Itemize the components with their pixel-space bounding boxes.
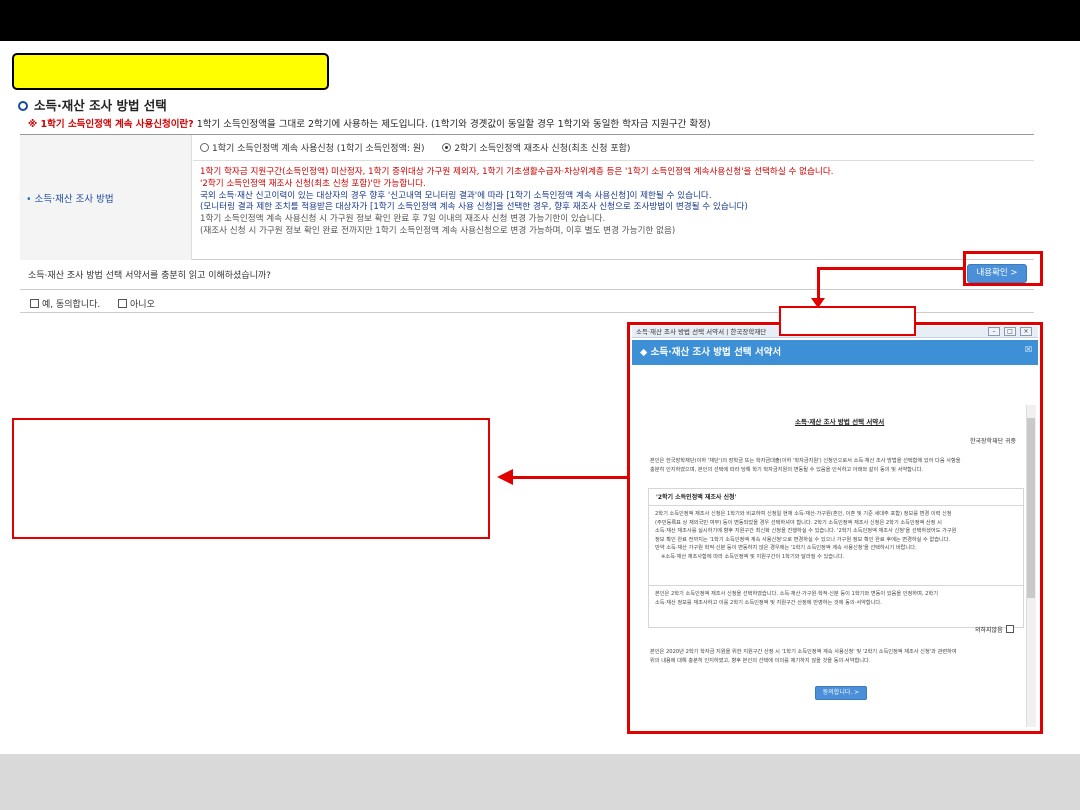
desc-line: 1학기 소득인정액 계속 사용신청 시 가구원 정보 확인 완료 후 7일 이내… bbox=[200, 214, 606, 225]
arrow-connector bbox=[817, 267, 965, 270]
method-description: 1학기 학자금 지원구간(소득인정액) 미산정자, 1학기 중위대상 가구원 제… bbox=[200, 167, 833, 238]
method-radio-group: 1학기 소득인정액 계속 사용신청 (1학기 소득인정액: 원) 2학기 소득인… bbox=[200, 141, 630, 154]
doc-line: 위의 내용에 대해 충분히 인지하였고, 향후 본인의 선택에 이의를 제기하지… bbox=[650, 657, 871, 664]
bullet-dot-icon: • bbox=[26, 194, 32, 205]
title-highlight-box bbox=[12, 53, 329, 90]
highlight-frame-button bbox=[963, 251, 1043, 286]
doc-line: 충분히 인지하였으며, 본인의 선택에 따라 당해 학기 학자금지원의 변동될 … bbox=[650, 466, 924, 473]
minimize-icon[interactable]: – bbox=[988, 327, 1000, 336]
doc-option-text: 2학기 소득인정액 재조사 신청은 1학기와 비교하여 신청일 현재 소득·재산… bbox=[655, 510, 1019, 562]
row-divider bbox=[20, 289, 1034, 290]
radio-continue-use[interactable] bbox=[200, 143, 209, 152]
doc-line: 정보 확인 완료 전까지는 '1학기 소득인정액 계속 사용신청'으로 변경하실… bbox=[655, 536, 951, 543]
popup-header: ◆ 소득·재산 조사 방법 선택 서약서 bbox=[632, 340, 1038, 365]
confirm-question: 소득·재산 조사 방법 선택 서약서를 충분히 읽고 이해하셨습니까? bbox=[28, 271, 271, 281]
doc-divider bbox=[648, 505, 1024, 506]
doc-option-pledge: 본인은 2학기 소득인정액 재조사 신청을 선택하였습니다. 소득·재산·가구원… bbox=[655, 590, 1019, 607]
bottom-gray-bar bbox=[0, 754, 1080, 810]
doc-consent-check: 의하지않음 bbox=[975, 625, 1014, 634]
doc-consent-checkbox[interactable] bbox=[1005, 625, 1014, 633]
annotation-box bbox=[12, 418, 490, 539]
doc-line: 본인은 2학기 소득인정액 재조사 신청을 선택하였습니다. 소득·재산·가구원… bbox=[655, 591, 938, 597]
callout-box bbox=[779, 306, 916, 336]
desc-line: '2학기 소득인정액 재조사 신청(최초 신청 포함)'만 가능합니다. bbox=[200, 178, 426, 189]
doc-line: (주민등록표 상 재외국민 여부) 등이 변동되었을 경우 선택하셔야 합니다.… bbox=[655, 519, 942, 526]
doc-line: 본인은 2020년 2학기 학자금 지원을 위한 지원구간 산정 시 '1학기 … bbox=[650, 649, 957, 655]
checkbox-agree-no[interactable] bbox=[118, 299, 128, 308]
doc-line: ※소득·재산 재조사함에 따라 소득인정액 및 지원구간이 1학기와 달라질 수… bbox=[661, 553, 845, 560]
doc-line: 소득·재산 재조사를 실시하기에 향후 지원구간 최신화 신청을 진행하실 수 … bbox=[655, 528, 957, 535]
section-title: 소득·재산 조사 방법 선택 bbox=[18, 95, 167, 114]
arrow-connector bbox=[512, 476, 627, 479]
desc-line: 1학기 학자금 지원구간(소득인정액) 미산정자, 1학기 중위대상 가구원 제… bbox=[200, 167, 834, 177]
popup-close-icon[interactable]: ☒ bbox=[1025, 345, 1032, 354]
doc-intro: 본인은 한국장학재단(이하 '재단')의 장학금 또는 학자금대출(이하 '학자… bbox=[650, 457, 1022, 474]
doc-org: 한국장학재단 귀중 bbox=[970, 438, 1017, 445]
desc-line: (재조사 신청 시 가구원 정보 확인 완료 전까지만 1학기 소득인정액 계속… bbox=[200, 225, 676, 236]
doc-divider bbox=[648, 585, 1024, 586]
bullet-circle-icon bbox=[18, 101, 28, 111]
checkbox-agree-no-label[interactable]: 아니오 bbox=[130, 300, 155, 310]
method-label-cell: • 소득·재산 조사 방법 bbox=[20, 135, 192, 260]
checkbox-agree-yes-label[interactable]: 예, 동의합니다. bbox=[42, 300, 100, 310]
maximize-icon[interactable]: □ bbox=[1004, 327, 1016, 336]
method-table: • 소득·재산 조사 방법 1학기 소득인정액 계속 사용신청 (1학기 소득인정… bbox=[20, 134, 1034, 260]
doc-line: 만약 소득·재산 가구원 학적·신분 등이 변동하지 않은 경우에는 '1학기 … bbox=[655, 545, 917, 552]
notice-body: 1학기 소득인정액을 그대로 2학기에 사용하는 제도입니다. (1학기와 경곗… bbox=[193, 119, 711, 130]
notice-text: ※ 1학기 소득인정액 계속 사용신청이란? 1학기 소득인정액을 그대로 2학… bbox=[28, 116, 711, 130]
popup-scroll-thumb[interactable] bbox=[1027, 418, 1035, 598]
doc-line: 2학기 소득인정액 재조사 신청은 1학기와 비교하여 신청일 현재 소득·재산… bbox=[655, 511, 952, 517]
notice-red-label: ※ 1학기 소득인정액 계속 사용신청이란? bbox=[28, 119, 194, 130]
desc-line: 국외 소득·재산 신고이력이 있는 대상자의 경우 향후 '신고내역 모니터링 … bbox=[200, 190, 712, 201]
agree-options: 예, 동의합니다. 아니오 bbox=[30, 297, 155, 310]
row-divider bbox=[193, 160, 1034, 161]
arrow-left-icon bbox=[497, 469, 513, 485]
checkbox-agree-yes[interactable] bbox=[30, 299, 39, 308]
doc-line: 소득·재산 정보를 재조사하고 이를 2학기 소득인정액 및 지원구간 산정에 … bbox=[655, 599, 882, 606]
popup-window-title: 소득·재산 조사 방법 선택 서약서 | 한국장학재단 bbox=[636, 328, 767, 336]
desc-line: (모니터링 결과 제한 조치를 적용받은 대상자가 [1학기 소득인정액 계속 … bbox=[200, 202, 748, 213]
radio-reinvestigate-label[interactable]: 2학기 소득인정액 재조사 신청(최초 신청 포함) bbox=[454, 144, 630, 154]
radio-continue-use-label[interactable]: 1학기 소득인정액 계속 사용신청 (1학기 소득인정액: 원) bbox=[212, 144, 425, 154]
radio-reinvestigate[interactable] bbox=[442, 143, 452, 152]
method-label-text: 소득·재산 조사 방법 bbox=[34, 194, 114, 205]
close-window-icon[interactable]: × bbox=[1020, 327, 1032, 336]
doc-closing: 본인은 2020년 2학기 학자금 지원을 위한 지원구간 산정 시 '1학기 … bbox=[650, 648, 1022, 665]
method-label: • 소득·재산 조사 방법 bbox=[26, 191, 114, 205]
doc-title: 소득·재산 조사 방법 선택 서약서 bbox=[795, 418, 885, 426]
agree-button[interactable]: 동의합니다. > bbox=[815, 686, 867, 700]
doc-line: 본인은 한국장학재단(이하 '재단')의 장학금 또는 학자금대출(이하 '학자… bbox=[650, 458, 961, 464]
doc-consent-label: 의하지않음 bbox=[975, 627, 1003, 634]
top-black-bar bbox=[0, 0, 1080, 41]
doc-subtitle: '2학기 소득인정액 재조사 신청' bbox=[656, 494, 737, 501]
section-title-text: 소득·재산 조사 방법 선택 bbox=[34, 98, 167, 113]
